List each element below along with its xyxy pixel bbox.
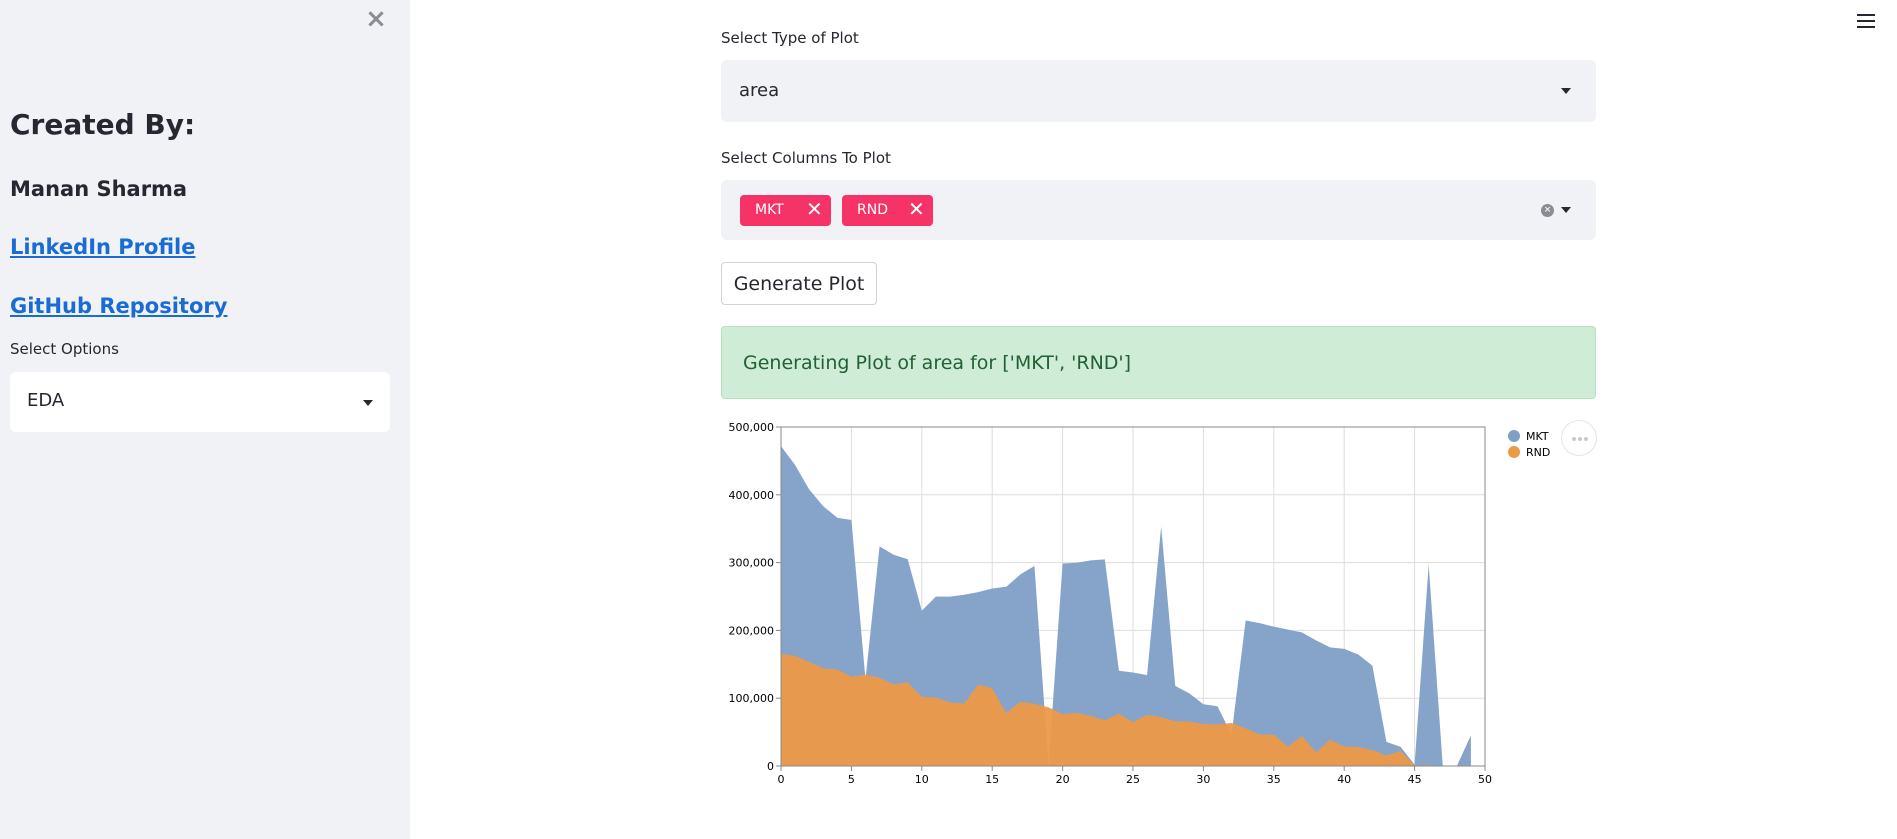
chevron-down-icon [1561,207,1571,213]
chart-svg: 0 5 10 15 20 25 30 35 40 45 50 0 100,000 200,000 300,0… [729,421,1551,786]
legend-swatch-rnd [1508,446,1520,458]
plot-type-select[interactable]: area [721,60,1596,122]
x-tick-label: 35 [1267,773,1281,786]
x-tick-label: 45 [1408,773,1422,786]
column-tag-mkt[interactable]: MKT ✕ [740,195,831,226]
remove-tag-icon[interactable]: ✕ [806,198,823,220]
y-tick-label: 0 [767,760,774,773]
sidebar-title: Created By: [10,108,196,141]
chevron-down-icon [363,400,373,406]
x-tick-label: 40 [1337,773,1351,786]
y-tick-label: 100,000 [729,692,775,705]
options-label: Select Options [10,340,119,358]
success-message: Generating Plot of area for ['MKT', 'RND… [743,352,1132,374]
plot-type-label: Select Type of Plot [721,29,859,47]
plot-type-value: area [739,80,780,101]
success-alert: Generating Plot of area for ['MKT', 'RND… [721,326,1596,399]
github-link[interactable]: GitHub Repository [10,294,227,318]
x-tick-label: 10 [915,773,929,786]
y-tick-label: 200,000 [729,624,775,637]
y-tick-label: 300,000 [729,557,775,570]
columns-multiselect[interactable]: MKT ✕ RND ✕ × [721,180,1596,240]
options-select-value: EDA [27,390,65,411]
hamburger-menu-icon[interactable] [1855,11,1877,31]
column-tag-label: MKT [755,202,784,218]
more-horizontal-icon[interactable] [1561,420,1597,456]
y-tick-label: 500,000 [729,421,775,434]
legend-label-rnd: RND [1526,446,1550,459]
x-tick-label: 15 [985,773,999,786]
x-tick-label: 30 [1196,773,1210,786]
x-tick-label: 25 [1126,773,1140,786]
chevron-down-icon [1561,88,1571,94]
x-tick-label: 0 [778,773,785,786]
x-tick-label: 20 [1056,773,1070,786]
column-tag-rnd[interactable]: RND ✕ [842,195,933,226]
remove-tag-icon[interactable]: ✕ [908,198,925,220]
generate-plot-button[interactable]: Generate Plot [721,262,877,305]
columns-label: Select Columns To Plot [721,149,891,167]
x-tick-label: 5 [848,773,855,786]
legend-swatch-mkt [1508,430,1520,442]
clear-all-icon[interactable]: × [1541,204,1554,217]
linkedin-link[interactable]: LinkedIn Profile [10,235,195,259]
close-sidebar-icon[interactable]: × [364,6,388,32]
options-select[interactable]: EDA [10,372,390,432]
area-chart: 0 5 10 15 20 25 30 35 40 45 50 0 100,000 200,000 300,0… [710,415,1610,795]
sidebar: × Created By: Manan Sharma LinkedIn Prof… [0,0,410,839]
legend-label-mkt: MKT [1526,430,1549,443]
x-tick-label: 50 [1478,773,1492,786]
author-name: Manan Sharma [10,177,188,201]
y-tick-label: 400,000 [729,489,775,502]
column-tag-label: RND [857,202,888,218]
